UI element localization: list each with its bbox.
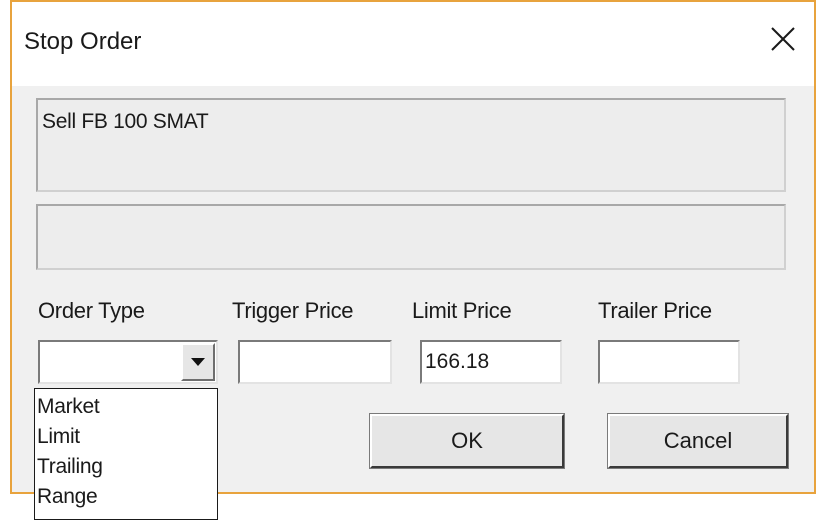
- order-summary-text: Sell FB 100 SMAT: [42, 110, 209, 133]
- title-bar: Stop Order: [12, 2, 814, 86]
- dropdown-option-market[interactable]: Market: [35, 392, 217, 422]
- trailer-price-input[interactable]: [598, 340, 740, 384]
- limit-price-label: Limit Price: [412, 298, 512, 323]
- trigger-price-input[interactable]: [238, 340, 392, 384]
- order-type-label: Order Type: [38, 298, 145, 323]
- window-title: Stop Order: [24, 28, 142, 55]
- dropdown-option-trailing[interactable]: Trailing: [35, 452, 217, 482]
- order-type-dropdown-list: Market Limit Trailing Range: [34, 388, 218, 520]
- trailer-price-label: Trailer Price: [598, 298, 712, 323]
- ok-button[interactable]: OK: [369, 413, 565, 469]
- close-icon[interactable]: [768, 24, 798, 54]
- order-type-dropdown-button[interactable]: [181, 343, 215, 381]
- order-summary-box: Sell FB 100 SMAT: [36, 98, 786, 192]
- order-status-box: [36, 204, 786, 270]
- limit-price-input[interactable]: [420, 340, 562, 384]
- trigger-price-label: Trigger Price: [232, 298, 354, 323]
- dropdown-option-range[interactable]: Range: [35, 482, 217, 512]
- order-type-select[interactable]: [38, 340, 218, 384]
- dropdown-option-limit[interactable]: Limit: [35, 422, 217, 452]
- cancel-button[interactable]: Cancel: [607, 413, 789, 469]
- chevron-down-icon: [191, 358, 205, 366]
